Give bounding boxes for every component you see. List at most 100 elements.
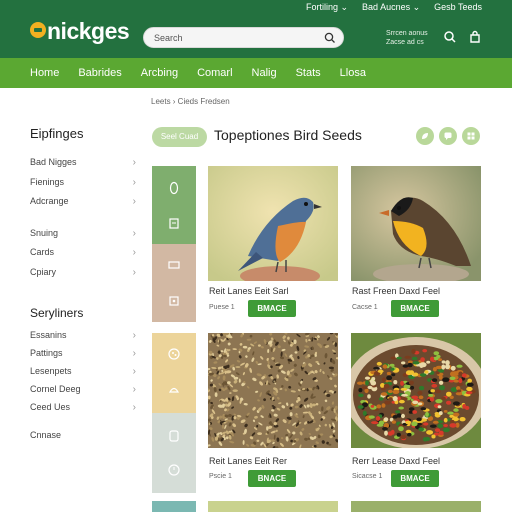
clock-icon [168, 464, 180, 476]
nav-item[interactable]: Comarl [197, 67, 232, 79]
nav-item[interactable]: Home [30, 67, 59, 79]
grid-button[interactable] [462, 127, 480, 145]
nav-item[interactable]: Stats [296, 67, 321, 79]
add-to-cart-button[interactable]: BMACE [391, 470, 439, 487]
bag-icon [169, 218, 179, 229]
sidebar-item-label: Cards [30, 247, 55, 257]
filter-tile[interactable] [152, 501, 196, 512]
add-to-cart-button[interactable]: BMACE [391, 300, 439, 317]
feeder-icon [169, 430, 179, 442]
header-promo-text: Srrcen aonus Zacse ad cs [386, 30, 428, 46]
product-image[interactable] [351, 333, 481, 448]
card-icon [168, 261, 180, 269]
chat-icon [444, 132, 452, 140]
filter-tile[interactable] [152, 333, 196, 413]
chevron-right-icon: › [132, 402, 136, 413]
sidebar: Eipfinges Bad Nigges › Fienings › Adcrange… [30, 126, 136, 440]
product-image[interactable] [208, 333, 338, 448]
add-to-cart-button[interactable]: BMACE [248, 300, 296, 317]
sidebar-item[interactable]: Ceed Ues › [30, 402, 136, 420]
product-image[interactable] [351, 501, 481, 512]
chevron-right-icon: › [132, 247, 136, 258]
sidebar-item[interactable]: Snuing › [30, 228, 136, 248]
sidebar-item-label: Essanins [30, 330, 67, 340]
bird-image [208, 166, 338, 281]
search-input[interactable] [144, 28, 314, 48]
chevron-right-icon: › [132, 157, 136, 168]
seed-icon [169, 181, 179, 195]
grid-icon [467, 132, 475, 140]
leaf-button[interactable] [416, 127, 434, 145]
sidebar-item-label: Ceed Ues [30, 402, 71, 412]
seed-mix-icon [168, 348, 180, 360]
sidebar-item[interactable]: Cornel Deeg › [30, 384, 136, 402]
category-tag[interactable]: Seel Cuad [152, 127, 207, 147]
product-price: Cacse 1 [352, 304, 378, 311]
sidebar-item-label: Fienings [30, 176, 65, 187]
nav-item[interactable]: Llosa [340, 67, 366, 79]
seed-mix-image [208, 333, 338, 448]
sidebar-item-label: Cpiary [30, 266, 57, 277]
top-link-1[interactable]: Fortiling ⌄ [306, 2, 348, 13]
filter-tile[interactable] [152, 166, 196, 244]
product-image[interactable] [351, 166, 481, 281]
add-to-cart-button[interactable]: BNACE [248, 470, 296, 487]
search-icon[interactable] [323, 31, 337, 45]
scoop-icon [168, 387, 180, 393]
filter-tile[interactable] [152, 244, 196, 322]
search-icon[interactable] [442, 29, 458, 45]
sidebar-item[interactable]: Bad Nigges › [30, 157, 136, 177]
leaf-icon [422, 133, 428, 139]
sidebar-item[interactable]: Adcrange › [30, 196, 136, 216]
product-name[interactable]: Rast Freen Daxd Feel [352, 286, 440, 296]
logo-text: nickges [47, 18, 130, 44]
sidebar-item-label: Pattings [30, 348, 63, 358]
sidebar-item[interactable]: Cpiary › [30, 267, 136, 287]
page-title: Topeptiones Bird Seeds [214, 127, 362, 143]
chat-button[interactable] [439, 127, 457, 145]
chevron-right-icon: › [132, 196, 136, 207]
product-image[interactable] [208, 501, 338, 512]
chevron-right-icon: › [132, 227, 136, 239]
sidebar-item[interactable]: Fienings › [30, 177, 136, 197]
site-header: nickges Fortiling ⌄ Bad Aucnes ⌄ Gesb Te… [0, 0, 512, 58]
cart-icon[interactable] [467, 29, 483, 45]
product-name[interactable]: Rerr Lease Daxd Feel [352, 456, 440, 466]
sidebar-item-label: Lesenpets [30, 366, 72, 376]
sidebar-item[interactable]: Cards › [30, 247, 136, 267]
sidebar-link[interactable]: Cnnase [30, 430, 136, 440]
site-logo[interactable]: nickges [30, 18, 130, 45]
tag-icon [169, 296, 179, 306]
top-link-2[interactable]: Bad Aucnes ⌄ [362, 2, 420, 13]
nav-item[interactable]: Nalig [252, 67, 277, 79]
nav-item[interactable]: Babrides [78, 67, 121, 79]
top-link-3[interactable]: Gesb Teeds [434, 2, 482, 13]
top-links: Fortiling ⌄ Bad Aucnes ⌄ Gesb Teeds [306, 2, 482, 13]
product-image[interactable] [208, 166, 338, 281]
nav-item[interactable]: Arcbing [141, 67, 178, 79]
sidebar-title: Eipfinges [30, 126, 84, 141]
product-price: Puese 1 [209, 304, 235, 311]
chevron-right-icon: › [132, 266, 136, 278]
main-nav: Home Babrides Arcbing Comarl Nalig Stats… [0, 58, 512, 88]
sidebar-item-label: Snuing [30, 227, 59, 238]
product-name[interactable]: Reit Lanes Eeit Rer [209, 456, 287, 466]
bird-image [351, 166, 481, 281]
sidebar-item-label: Adcrange [30, 196, 69, 206]
sidebar-item[interactable]: Pattings › [30, 348, 136, 366]
search-bar [143, 27, 344, 48]
sidebar-section-title: Seryliners [30, 306, 84, 320]
product-name[interactable]: Reit Lanes Eeit Sarl [209, 286, 289, 296]
sidebar-item[interactable]: Lesenpets › [30, 366, 136, 384]
chevron-right-icon: › [132, 366, 136, 377]
filter-tile[interactable] [152, 413, 196, 493]
chevron-right-icon: › [132, 176, 136, 188]
logo-mark-icon [30, 22, 46, 38]
seed-bowl-image [351, 333, 481, 448]
chevron-right-icon: › [132, 348, 136, 359]
product-price: Pscie 1 [209, 473, 232, 480]
breadcrumb[interactable]: Leets › Cieds Fredsen [151, 97, 230, 106]
sidebar-item[interactable]: Essanins › [30, 330, 136, 348]
chevron-right-icon: › [132, 330, 136, 341]
chevron-right-icon: › [132, 384, 136, 395]
